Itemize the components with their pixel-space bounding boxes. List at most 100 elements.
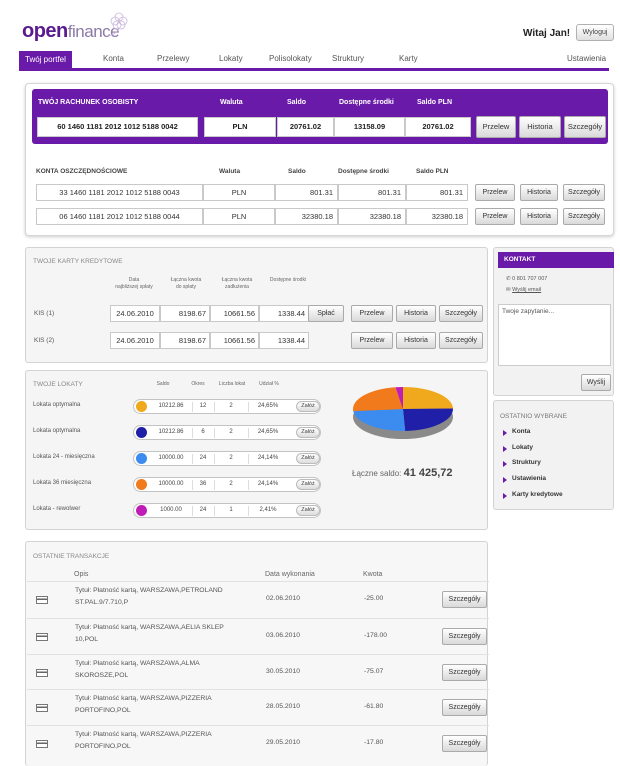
credit-cards-title: TWOJE KARTY KREDYTOWE	[33, 258, 123, 265]
pie-slice	[353, 387, 403, 412]
deposit-period: 36	[199, 481, 207, 487]
deposit-row: 10000.00 36 2 24,14% Załóż	[133, 477, 321, 492]
card-name: KIS (2)	[34, 337, 55, 344]
savings-balance: 801.31	[275, 184, 338, 201]
transaction-details-button[interactable]: Szczegóły	[442, 628, 487, 645]
credit-card-icon	[36, 669, 48, 677]
pie-slice	[403, 387, 453, 409]
deposit-color-dot	[136, 479, 147, 490]
card-details-button[interactable]: Szczegóły	[439, 332, 483, 349]
savings-details-button[interactable]: Szczegóły	[563, 208, 605, 225]
history-button[interactable]: Historia	[519, 116, 561, 138]
arrow-icon	[503, 493, 507, 499]
main-nav: Twój portfel Konta Przelewy Lokaty Polis…	[19, 51, 609, 71]
col-balance-pln: Saldo PLN	[417, 99, 453, 106]
transaction-description: Tytuł: Płatność kartą, WARSZAWA,ALMA SKOR…	[75, 660, 200, 679]
recent-item-settings[interactable]: Ustawienia	[512, 475, 546, 482]
personal-account-heading: TWÓJ RACHUNEK OSOBISTY	[38, 99, 139, 106]
col-balance: Saldo	[287, 99, 307, 106]
transaction-details-button[interactable]: Szczegóły	[442, 699, 487, 716]
deposit-name: Lokata optymalna	[33, 402, 81, 408]
deposit-period: 6	[201, 429, 205, 435]
open-deposit-button[interactable]: Załóż	[296, 453, 320, 464]
greeting: Witaj Jan!	[523, 28, 571, 39]
details-button[interactable]: Szczegóły	[564, 116, 606, 138]
contact-phone-row: ✆ 0 801 707 007	[506, 276, 547, 282]
col-total-debt: Łączna kwota zadłużenia	[221, 277, 253, 290]
savings-col-currency: Waluta	[219, 168, 241, 175]
savings-transfer-button[interactable]: Przelew	[475, 208, 515, 225]
col-execution-date: Data wykonania	[265, 571, 315, 578]
recent-item-deposits[interactable]: Lokaty	[512, 444, 533, 451]
savings-history-button[interactable]: Historia	[520, 208, 558, 225]
deposit-period: 24	[199, 455, 207, 461]
transaction-details-button[interactable]: Szczegóły	[442, 591, 487, 608]
open-deposit-button[interactable]: Załóż	[296, 479, 320, 490]
account-balance: 20761.02	[277, 117, 334, 137]
deposit-share: 24,65%	[257, 429, 279, 435]
inquiry-textarea[interactable]: Twoje zapytanie...	[498, 304, 611, 366]
savings-balance: 32380.18	[275, 208, 338, 225]
arrow-icon	[503, 461, 507, 467]
deposit-row: 10212.86 12 2 24,65% Załóż	[133, 399, 321, 414]
open-deposit-button[interactable]: Załóż	[296, 401, 320, 412]
logout-button[interactable]: Wyloguj	[576, 24, 614, 41]
repay-button[interactable]: Spłać	[308, 305, 344, 322]
tab-policy-deposits[interactable]: Polisolokaty	[269, 54, 312, 63]
transaction-row: Tytuł: Płatność kartą, WARSZAWA,PIZZERIA…	[27, 689, 489, 725]
deposit-color-dot	[136, 505, 147, 516]
transaction-row: Tytuł: Płatność kartą, WARSZAWA,PETROLAN…	[27, 581, 489, 617]
card-history-button[interactable]: Historia	[396, 332, 436, 349]
tab-portfolio[interactable]: Twój portfel	[19, 51, 72, 68]
deposit-name: Lokata 36 miesięczna	[33, 480, 92, 486]
tab-cards[interactable]: Karty	[399, 54, 418, 63]
card-details-button[interactable]: Szczegóły	[439, 305, 483, 322]
tab-structures[interactable]: Struktury	[332, 54, 364, 63]
recent-title: OSTATNIO WYBRANE	[500, 413, 567, 420]
deposits-pie-chart	[353, 387, 453, 439]
transaction-description: Tytuł: Płatność kartą, WARSZAWA,PETROLAN…	[75, 587, 223, 606]
recent-item-accounts[interactable]: Konta	[512, 428, 530, 435]
savings-col-balance: Saldo	[288, 168, 306, 175]
deposits-panel: TWOJE LOKATY Saldo Okres Liczba lokat Ud…	[25, 370, 488, 530]
send-email-link[interactable]: Wyślij email	[512, 287, 541, 293]
savings-transfer-button[interactable]: Przelew	[475, 184, 515, 201]
transfer-button[interactable]: Przelew	[476, 116, 516, 138]
card-transfer-button[interactable]: Przelew	[351, 305, 393, 322]
transaction-amount: -75.07	[364, 668, 384, 675]
deposit-share: 24,14%	[257, 455, 279, 461]
deposit-row: 10000.00 24 2 24,14% Załóż	[133, 451, 321, 466]
savings-balance-pln: 801.31	[406, 184, 468, 201]
tab-settings[interactable]: Ustawienia	[567, 54, 606, 63]
total-balance-value: 41 425,72	[403, 467, 453, 479]
col-amount-due: Łączna kwota do spłaty	[170, 277, 202, 290]
card-history-button[interactable]: Historia	[396, 305, 436, 322]
recent-item-structures[interactable]: Struktury	[512, 459, 541, 466]
deposit-count: 2	[229, 403, 233, 409]
transaction-date: 03.06.2010	[266, 632, 301, 639]
send-button[interactable]: Wyślij	[581, 374, 611, 391]
open-deposit-button[interactable]: Załóż	[296, 427, 320, 438]
account-number: 60 1460 1181 2012 1012 5188 0042	[37, 117, 198, 137]
savings-details-button[interactable]: Szczegóły	[563, 184, 605, 201]
credit-card-icon	[36, 596, 48, 604]
open-deposit-button[interactable]: Załóż	[296, 505, 320, 516]
recent-item-credit-cards[interactable]: Karty kredytowe	[512, 491, 563, 498]
transaction-row: Tytuł: Płatność kartą, WARSZAWA,ALMA SKOR…	[27, 654, 489, 690]
account-available: 13158.09	[334, 117, 405, 137]
card-available: 1338.44	[259, 305, 309, 322]
card-debt: 10661.56	[210, 305, 259, 322]
deposit-color-dot	[136, 453, 147, 464]
tab-deposits[interactable]: Lokaty	[219, 54, 243, 63]
deposit-name: Lokata optymalna	[33, 428, 81, 434]
total-balance-label: Łączne saldo:	[352, 469, 402, 478]
savings-history-button[interactable]: Historia	[520, 184, 558, 201]
card-transfer-button[interactable]: Przelew	[351, 332, 393, 349]
transaction-amount: -17.80	[364, 739, 384, 746]
deposit-count: 1	[229, 507, 233, 513]
transaction-details-button[interactable]: Szczegóły	[442, 735, 487, 752]
tab-transfers[interactable]: Przelewy	[157, 54, 189, 63]
transaction-details-button[interactable]: Szczegóły	[442, 664, 487, 681]
credit-card-icon	[36, 633, 48, 641]
tab-accounts[interactable]: Konta	[103, 54, 124, 63]
